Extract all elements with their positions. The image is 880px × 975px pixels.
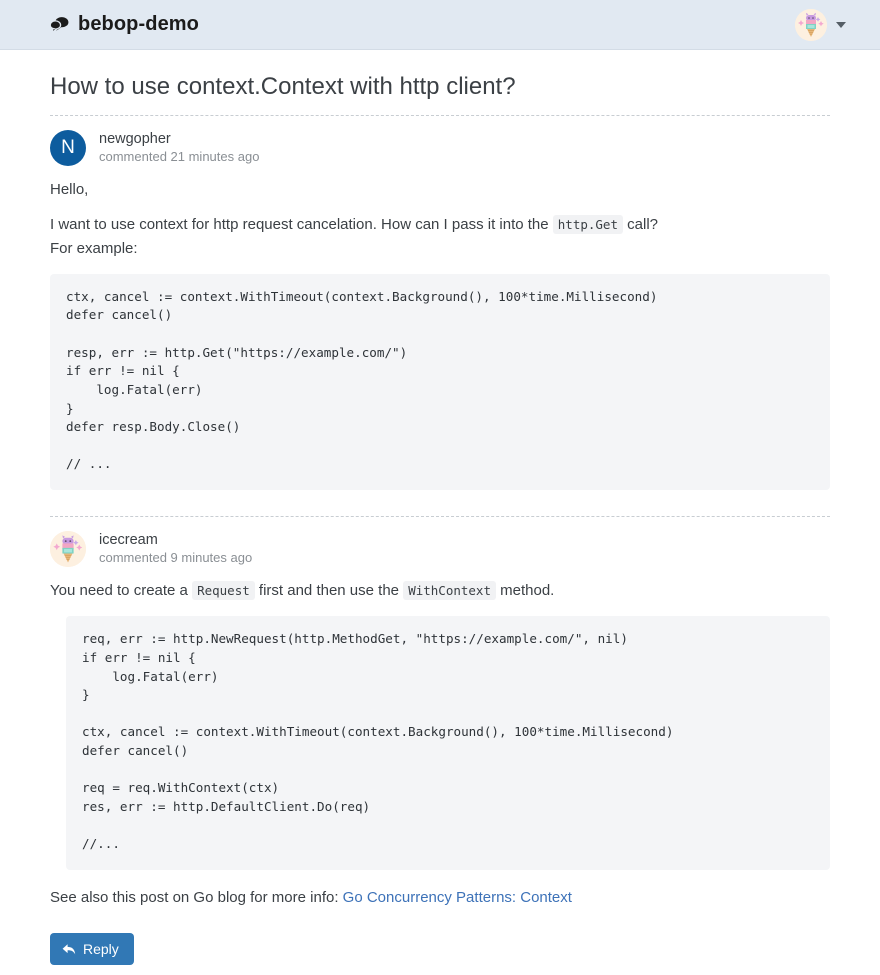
top-navbar: bebop-demo [0, 0, 880, 50]
comment-header: icecream commented 9 minutes ago [50, 531, 830, 567]
inline-code: http.Get [552, 215, 623, 235]
text-fragment: See also this post on Go blog for more i… [50, 888, 343, 906]
text-fragment: For example: [50, 239, 138, 257]
text-fragment: call? [623, 216, 659, 234]
inline-code: WithContext [403, 581, 496, 600]
user-menu[interactable] [795, 8, 846, 41]
comment-paragraph: I want to use context for http request c… [50, 213, 830, 260]
comment-icecream: icecream commented 9 minutes ago You nee… [50, 517, 830, 975]
comment-header: N newgopher commented 21 minutes ago [50, 130, 830, 166]
comment-timestamp: commented 21 minutes ago [99, 149, 260, 165]
chevron-down-icon [836, 21, 846, 28]
ice-cream-avatar-icon [795, 8, 827, 41]
page-content: How to use context.Context with http cli… [0, 72, 880, 975]
comment-newgopher: N newgopher commented 21 minutes ago Hel… [50, 116, 830, 516]
avatar [50, 531, 86, 567]
text-fragment: method. [495, 582, 555, 599]
text-fragment: You need to create a [50, 582, 193, 599]
brand-title: bebop-demo [78, 13, 199, 35]
comment-paragraph: Hello, [50, 181, 89, 198]
page-title: How to use context.Context with http cli… [50, 73, 516, 100]
brand-link[interactable]: bebop-demo [49, 13, 199, 36]
comment-meta: icecream commented 9 minutes ago [99, 531, 252, 567]
go-blog-link[interactable]: Go Concurrency Patterns: Context [343, 889, 572, 906]
comment-paragraph: You need to create a Request first and t… [50, 579, 830, 602]
comment-timestamp: commented 9 minutes ago [99, 550, 253, 566]
code-block: req, err := http.NewRequest(http.MethodG… [66, 616, 830, 870]
inline-code: Request [192, 581, 255, 600]
comment-author[interactable]: icecream [99, 531, 252, 549]
comment-meta: newgopher commented 21 minutes ago [99, 130, 259, 166]
comment-footer-paragraph: See also this post on Go blog for more i… [50, 886, 830, 909]
comments-icon [49, 16, 69, 34]
reply-arrow-icon [62, 943, 76, 956]
text-fragment: first and then use the [254, 582, 404, 599]
code-block: ctx, cancel := context.WithTimeout(conte… [50, 273, 830, 490]
reply-button[interactable]: Reply [50, 933, 134, 965]
avatar: N [50, 130, 86, 166]
reply-button-label: Reply [83, 941, 119, 957]
comment-author[interactable]: newgopher [99, 130, 259, 148]
text-fragment: I want to use context for http request c… [50, 216, 553, 234]
